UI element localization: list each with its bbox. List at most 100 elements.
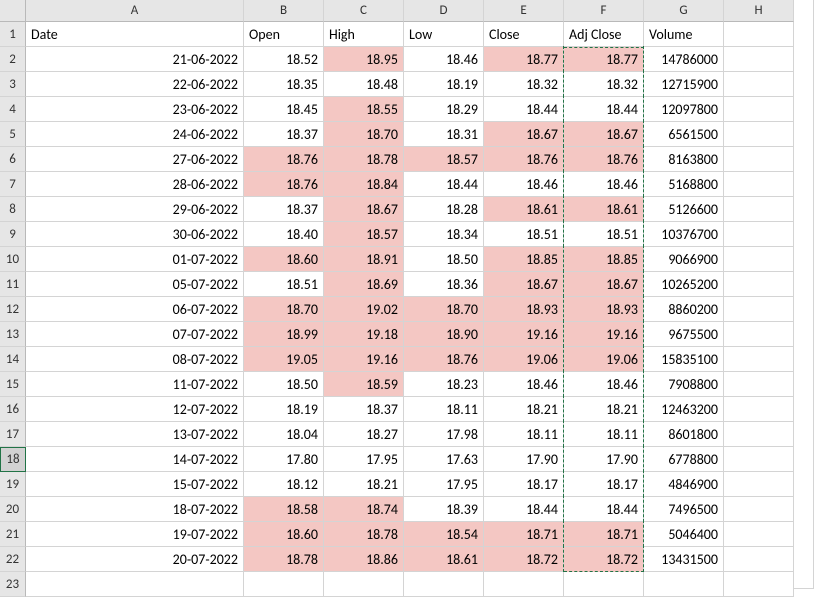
cell-C5[interactable]: 18.70 [324, 122, 404, 147]
cell-B17[interactable]: 18.04 [244, 422, 324, 447]
cell-C14[interactable]: 19.16 [324, 347, 404, 372]
row-header-8[interactable]: 8 [0, 197, 26, 222]
cell-G1[interactable]: Volume [644, 22, 724, 47]
cell-F14[interactable]: 19.06 [564, 347, 644, 372]
cell-A22[interactable]: 20-07-2022 [26, 547, 244, 572]
cell-A18[interactable]: 14-07-2022 [26, 447, 244, 472]
cell-A19[interactable]: 15-07-2022 [26, 472, 244, 497]
cell-B19[interactable]: 18.12 [244, 472, 324, 497]
cell-B23[interactable] [244, 572, 324, 597]
cell-A10[interactable]: 01-07-2022 [26, 247, 244, 272]
cell-E2[interactable]: 18.77 [484, 47, 564, 72]
cell-B10[interactable]: 18.60 [244, 247, 324, 272]
cell-B21[interactable]: 18.60 [244, 522, 324, 547]
cell-D15[interactable]: 18.23 [404, 372, 484, 397]
row-header-18[interactable]: 18 [0, 447, 26, 472]
cell-A16[interactable]: 12-07-2022 [26, 397, 244, 422]
cell-F9[interactable]: 18.51 [564, 222, 644, 247]
cell-C13[interactable]: 19.18 [324, 322, 404, 347]
cell-E23[interactable] [484, 572, 564, 597]
cell-C8[interactable]: 18.67 [324, 197, 404, 222]
cell-H13[interactable] [724, 322, 794, 347]
cell-F15[interactable]: 18.46 [564, 372, 644, 397]
cell-A17[interactable]: 13-07-2022 [26, 422, 244, 447]
row-header-13[interactable]: 13 [0, 322, 26, 347]
cell-C16[interactable]: 18.37 [324, 397, 404, 422]
cell-A1[interactable]: Date [26, 22, 244, 47]
cell-H20[interactable] [724, 497, 794, 522]
cell-C19[interactable]: 18.21 [324, 472, 404, 497]
cell-E3[interactable]: 18.32 [484, 72, 564, 97]
cell-E21[interactable]: 18.71 [484, 522, 564, 547]
cell-G10[interactable]: 9066900 [644, 247, 724, 272]
cell-C18[interactable]: 17.95 [324, 447, 404, 472]
cell-C20[interactable]: 18.74 [324, 497, 404, 522]
cell-D8[interactable]: 18.28 [404, 197, 484, 222]
cell-H7[interactable] [724, 172, 794, 197]
cell-E10[interactable]: 18.85 [484, 247, 564, 272]
cell-H3[interactable] [724, 72, 794, 97]
cell-D1[interactable]: Low [404, 22, 484, 47]
cell-B13[interactable]: 18.99 [244, 322, 324, 347]
row-header-7[interactable]: 7 [0, 172, 26, 197]
cell-D16[interactable]: 18.11 [404, 397, 484, 422]
cell-D2[interactable]: 18.46 [404, 47, 484, 72]
cell-C2[interactable]: 18.95 [324, 47, 404, 72]
col-header-D[interactable]: D [404, 0, 484, 22]
row-header-14[interactable]: 14 [0, 347, 26, 372]
cell-B20[interactable]: 18.58 [244, 497, 324, 522]
cell-E11[interactable]: 18.67 [484, 272, 564, 297]
cell-E15[interactable]: 18.46 [484, 372, 564, 397]
row-header-3[interactable]: 3 [0, 72, 26, 97]
cell-C15[interactable]: 18.59 [324, 372, 404, 397]
row-header-15[interactable]: 15 [0, 372, 26, 397]
cell-H17[interactable] [724, 422, 794, 447]
cell-D5[interactable]: 18.31 [404, 122, 484, 147]
cell-F16[interactable]: 18.21 [564, 397, 644, 422]
cell-G18[interactable]: 6778800 [644, 447, 724, 472]
cell-A14[interactable]: 08-07-2022 [26, 347, 244, 372]
cell-H12[interactable] [724, 297, 794, 322]
cell-F13[interactable]: 19.16 [564, 322, 644, 347]
cell-H9[interactable] [724, 222, 794, 247]
cell-F1[interactable]: Adj Close [564, 22, 644, 47]
cell-B6[interactable]: 18.76 [244, 147, 324, 172]
cell-G15[interactable]: 7908800 [644, 372, 724, 397]
cell-C10[interactable]: 18.91 [324, 247, 404, 272]
cell-A20[interactable]: 18-07-2022 [26, 497, 244, 522]
cell-A7[interactable]: 28-06-2022 [26, 172, 244, 197]
cell-G7[interactable]: 5168800 [644, 172, 724, 197]
cell-G6[interactable]: 8163800 [644, 147, 724, 172]
row-header-21[interactable]: 21 [0, 522, 26, 547]
cell-F6[interactable]: 18.76 [564, 147, 644, 172]
cell-A11[interactable]: 05-07-2022 [26, 272, 244, 297]
cell-H2[interactable] [724, 47, 794, 72]
col-header-H[interactable]: H [724, 0, 794, 22]
cell-E14[interactable]: 19.06 [484, 347, 564, 372]
row-header-16[interactable]: 16 [0, 397, 26, 422]
cell-E6[interactable]: 18.76 [484, 147, 564, 172]
cell-B15[interactable]: 18.50 [244, 372, 324, 397]
cell-H6[interactable] [724, 147, 794, 172]
cell-E4[interactable]: 18.44 [484, 97, 564, 122]
cell-B12[interactable]: 18.70 [244, 297, 324, 322]
cell-C4[interactable]: 18.55 [324, 97, 404, 122]
cell-B1[interactable]: Open [244, 22, 324, 47]
cell-F3[interactable]: 18.32 [564, 72, 644, 97]
cell-F7[interactable]: 18.46 [564, 172, 644, 197]
cell-B18[interactable]: 17.80 [244, 447, 324, 472]
cell-A4[interactable]: 23-06-2022 [26, 97, 244, 122]
cell-F8[interactable]: 18.61 [564, 197, 644, 222]
cell-G9[interactable]: 10376700 [644, 222, 724, 247]
cell-F4[interactable]: 18.44 [564, 97, 644, 122]
cell-F17[interactable]: 18.11 [564, 422, 644, 447]
cell-D21[interactable]: 18.54 [404, 522, 484, 547]
cell-F2[interactable]: 18.77 [564, 47, 644, 72]
cell-E7[interactable]: 18.46 [484, 172, 564, 197]
cell-D11[interactable]: 18.36 [404, 272, 484, 297]
cell-F19[interactable]: 18.17 [564, 472, 644, 497]
cell-B8[interactable]: 18.37 [244, 197, 324, 222]
row-header-11[interactable]: 11 [0, 272, 26, 297]
cell-H15[interactable] [724, 372, 794, 397]
cell-D12[interactable]: 18.70 [404, 297, 484, 322]
